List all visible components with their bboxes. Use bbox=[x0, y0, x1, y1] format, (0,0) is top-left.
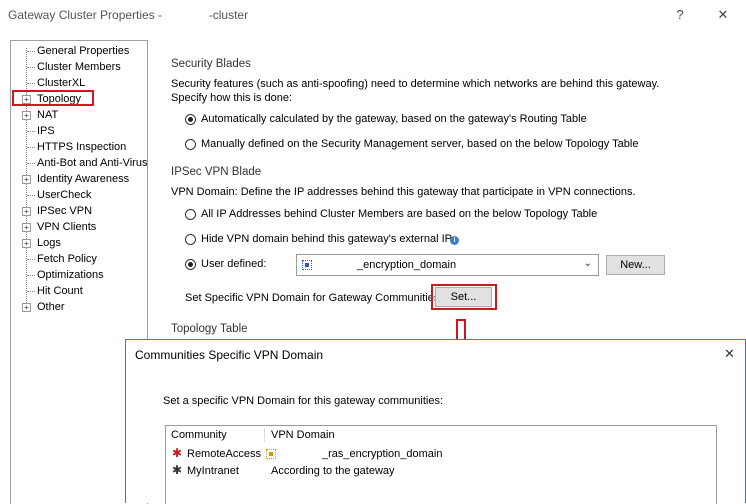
dialog-title: Communities Specific VPN Domain bbox=[135, 348, 324, 362]
dialog-desc: Set a specific VPN Domain for this gatew… bbox=[163, 395, 444, 407]
tree-connector bbox=[27, 163, 35, 164]
tree-item-label: Identity Awareness bbox=[37, 173, 130, 185]
expand-icon[interactable]: + bbox=[22, 111, 31, 120]
option-auto-calculated-label: Automatically calculated by the gateway,… bbox=[201, 113, 587, 125]
tree-connector bbox=[27, 195, 35, 196]
communities-list: Community VPN Domain ✱ RemoteAccess _ras… bbox=[165, 425, 717, 504]
ipsec-vpn-heading: IPSec VPN Blade bbox=[171, 166, 262, 178]
tree-item-label: UserCheck bbox=[37, 189, 92, 201]
window-title: Gateway Cluster Properties - -cluster bbox=[8, 8, 249, 22]
security-blades-desc2: Specify how this is done: bbox=[171, 92, 293, 104]
tree-item-label: General Properties bbox=[37, 45, 130, 57]
communities-dialog: Communities Specific VPN Domain ✕ Set a … bbox=[125, 339, 746, 504]
tree-connector bbox=[27, 259, 35, 260]
community-name: RemoteAccess bbox=[187, 448, 261, 460]
vpn-domain-desc: VPN Domain: Define the IP addresses behi… bbox=[171, 186, 636, 198]
new-button[interactable]: New... bbox=[606, 255, 665, 275]
security-blades-desc: Security features (such as anti-spoofing… bbox=[171, 78, 660, 90]
remote-access-community-icon: ✱ bbox=[171, 446, 183, 460]
tree-item-label: Optimizations bbox=[37, 269, 104, 281]
radio-manually-defined[interactable] bbox=[185, 139, 196, 150]
vpn-domain-value: _encryption_domain bbox=[357, 259, 457, 271]
option-manually-defined-label: Manually defined on the Security Managem… bbox=[201, 138, 639, 150]
column-header-vpn-domain: VPN Domain bbox=[271, 429, 335, 441]
tree-connector bbox=[27, 83, 35, 84]
network-group-icon bbox=[302, 260, 312, 270]
title-bar: Gateway Cluster Properties - -cluster ? … bbox=[0, 0, 746, 30]
help-button[interactable]: ? bbox=[670, 5, 690, 25]
tree-connector bbox=[27, 67, 35, 68]
expand-icon[interactable]: + bbox=[22, 303, 31, 312]
tree-item-label: Hit Count bbox=[37, 285, 83, 297]
radio-auto-calculated[interactable] bbox=[185, 114, 196, 125]
expand-icon[interactable]: + bbox=[22, 239, 31, 248]
expand-icon[interactable]: + bbox=[22, 223, 31, 232]
expand-icon[interactable]: + bbox=[22, 175, 31, 184]
community-name: MyIntranet bbox=[187, 465, 239, 477]
vpn-domain-select[interactable]: _encryption_domain ⌄ bbox=[296, 254, 599, 276]
tree-item-label: VPN Clients bbox=[37, 221, 97, 233]
column-separator bbox=[264, 428, 265, 442]
table-row[interactable]: ✱ RemoteAccess _ras_encryption_domain bbox=[166, 446, 716, 462]
tree-item-label: IPS bbox=[37, 125, 55, 137]
intranet-community-icon: ✱ bbox=[171, 463, 183, 477]
radio-hide-vpn-domain[interactable] bbox=[185, 234, 196, 245]
tree-item-label: Cluster Members bbox=[37, 61, 121, 73]
tree-connector bbox=[27, 131, 35, 132]
network-group-icon bbox=[266, 449, 276, 459]
tree-connector bbox=[27, 291, 35, 292]
tree-item-label: Anti-Bot and Anti-Virus bbox=[37, 157, 148, 169]
set-button-highlight bbox=[431, 284, 497, 310]
tree-item-label: Logs bbox=[37, 237, 61, 249]
tree-item-label: NAT bbox=[37, 109, 59, 121]
column-header-community: Community bbox=[171, 429, 227, 441]
option-user-defined-label: User defined: bbox=[201, 258, 267, 270]
tree-item-label: HTTPS Inspection bbox=[37, 141, 127, 153]
vpn-domain-cell: _ras_encryption_domain bbox=[322, 448, 443, 460]
option-all-ip-label: All IP Addresses behind Cluster Members … bbox=[201, 208, 598, 220]
tree-item-label: Fetch Policy bbox=[37, 253, 97, 265]
topology-highlight bbox=[12, 90, 94, 106]
vpn-domain-cell: According to the gateway bbox=[271, 465, 395, 477]
expand-icon[interactable]: + bbox=[22, 207, 31, 216]
security-blades-heading: Security Blades bbox=[171, 58, 251, 70]
chevron-down-icon: ⌄ bbox=[583, 258, 592, 269]
radio-user-defined[interactable] bbox=[185, 259, 196, 270]
table-row[interactable]: ✱ MyIntranet According to the gateway bbox=[166, 463, 716, 479]
communities-domain-label: Set Specific VPN Domain for Gateway Comm… bbox=[185, 292, 443, 304]
tree-connector bbox=[27, 51, 35, 52]
tree-item-label: Other bbox=[37, 301, 65, 313]
info-icon[interactable]: i bbox=[450, 236, 459, 245]
radio-all-ip-addresses[interactable] bbox=[185, 209, 196, 220]
topology-table-heading: Topology Table bbox=[171, 323, 248, 335]
tree-item-label: IPSec VPN bbox=[37, 205, 93, 217]
tree-item-label: ClusterXL bbox=[37, 77, 86, 89]
tree-connector bbox=[27, 275, 35, 276]
tree-connector bbox=[27, 147, 35, 148]
option-hide-vpn-label: Hide VPN domain behind this gateway's ex… bbox=[201, 233, 454, 245]
dialog-close-button[interactable]: ✕ bbox=[724, 346, 735, 362]
close-button[interactable]: ✕ bbox=[713, 5, 733, 25]
